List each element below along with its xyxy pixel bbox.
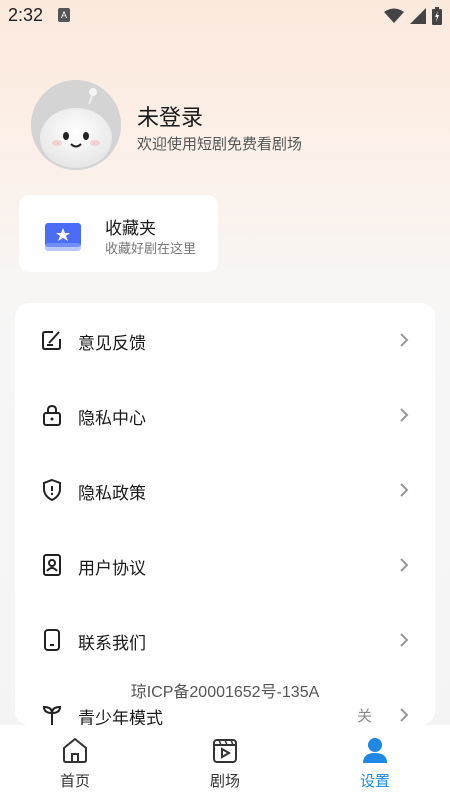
shield-icon <box>43 478 61 502</box>
menu-label: 联系我们 <box>78 634 146 654</box>
signal-icon <box>410 8 426 24</box>
favorites-title: 收藏夹 <box>105 219 156 239</box>
chevron-right-icon <box>400 633 409 647</box>
chevron-right-icon <box>400 483 409 497</box>
menu-item-privacy-policy[interactable]: 隐私政策 <box>15 453 435 527</box>
favorites-subtitle: 收藏好剧在这里 <box>105 242 197 257</box>
user-subtitle: 欢迎使用短剧免费看剧场 <box>137 135 303 153</box>
folder-star-icon <box>45 223 81 251</box>
nav-item-settings[interactable]: 设置 <box>300 725 450 800</box>
lock-icon <box>43 404 61 426</box>
teen-mode-status: 关 <box>356 707 372 725</box>
status-indicators <box>384 6 442 26</box>
battery-icon <box>432 7 442 25</box>
nav-label: 设置 <box>359 772 390 790</box>
chevron-right-icon <box>400 333 409 347</box>
menu-label: 青少年模式 <box>78 709 163 725</box>
bottom-nav: 首页 剧场 设置 <box>0 725 450 800</box>
feedback-icon <box>42 331 61 350</box>
robot-avatar-icon <box>31 80 121 170</box>
status-time: 2:32 <box>8 5 44 25</box>
menu-item-contact-us[interactable]: 联系我们 <box>15 603 435 677</box>
icp-registration-text[interactable]: 琼ICP备20001652号-135A <box>0 678 450 702</box>
menu-item-feedback[interactable]: 意见反馈 <box>15 303 435 377</box>
menu-label: 隐私中心 <box>78 409 146 429</box>
avatar[interactable] <box>31 80 121 170</box>
settings-list: 意见反馈 隐私中心 隐私政策 用户协议 联系我们 青少年模式 关 <box>15 303 435 725</box>
user-agreement-icon <box>43 554 61 576</box>
notification-app-icon: A <box>58 8 70 22</box>
menu-label: 用户协议 <box>78 559 146 579</box>
menu-item-user-agreement[interactable]: 用户协议 <box>15 528 435 602</box>
favorites-card[interactable]: 收藏夹 收藏好剧在这里 <box>19 195 218 272</box>
menu-label: 隐私政策 <box>78 484 146 504</box>
sprout-icon <box>42 705 62 725</box>
chevron-right-icon <box>400 708 409 722</box>
nav-item-theater[interactable]: 剧场 <box>150 725 300 800</box>
wifi-icon <box>384 8 404 23</box>
home-icon <box>63 737 87 763</box>
phone-icon <box>44 629 60 651</box>
person-icon <box>363 738 387 763</box>
nav-label: 首页 <box>59 772 90 790</box>
menu-item-privacy-center[interactable]: 隐私中心 <box>15 378 435 452</box>
menu-label: 意见反馈 <box>78 334 146 354</box>
user-name[interactable]: 未登录 <box>137 100 203 132</box>
chevron-right-icon <box>400 408 409 422</box>
theater-icon <box>213 739 237 763</box>
status-bar: 2:32 A <box>0 0 450 32</box>
nav-item-home[interactable]: 首页 <box>0 725 150 800</box>
chevron-right-icon <box>400 558 409 572</box>
nav-label: 剧场 <box>209 772 240 790</box>
